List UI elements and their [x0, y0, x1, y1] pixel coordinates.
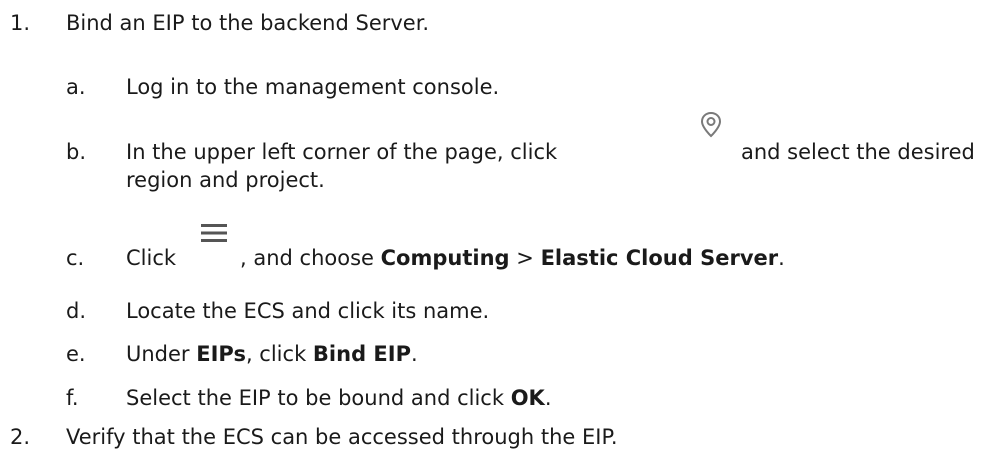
substep-text: Log in to the management console. [126, 75, 500, 99]
menu-path-separator: > [516, 246, 534, 270]
menu-path-ecs: Elastic Cloud Server [540, 246, 779, 270]
substep-letter: e. [66, 342, 86, 366]
location-pin-icon [697, 110, 725, 140]
substep-text: Select the EIP to be bound and click OK. [126, 385, 552, 411]
substep-letter: d. [66, 299, 87, 323]
menu-path-computing: Computing [380, 246, 510, 270]
substep-text-part: Under [126, 342, 190, 366]
menu-icon [200, 222, 228, 244]
substep-text: , and choose Computing > Elastic Cloud S… [240, 245, 785, 271]
substep-text: In the upper left corner of the page, cl… [126, 139, 557, 165]
substep-text: Locate the ECS and click its name. [126, 299, 490, 323]
step-text: Bind an EIP to the backend Server. [66, 11, 430, 35]
substep-text-end: . [778, 246, 785, 270]
step-text: Verify that the ECS can be accessed thro… [66, 425, 618, 449]
substep-text: and select the desired [741, 139, 975, 165]
substep-letter: f. [66, 386, 79, 410]
substep-text-part: , and choose [240, 246, 374, 270]
substep-text: region and project. [126, 168, 325, 192]
substep-text-end: . [544, 386, 552, 410]
substep-text: Under EIPs, click Bind EIP. [126, 341, 418, 367]
substep-text-part: , click [245, 342, 307, 366]
bind-eip-label: Bind EIP [312, 342, 411, 366]
tab-eips: EIPs [196, 342, 246, 366]
substep-text-part: Select the EIP to be bound and click [126, 386, 504, 410]
substep-letter: a. [66, 75, 86, 99]
substep-text-part: Click [126, 246, 177, 270]
substep-letter: b. [66, 140, 87, 164]
substep-text-part: and select the desired [741, 140, 975, 164]
substep-letter: c. [66, 246, 85, 270]
step-number: 1. [10, 11, 31, 35]
substep-text-end: . [410, 342, 418, 366]
ok-label: OK [510, 386, 545, 410]
substep-text-part: In the upper left corner of the page, cl… [126, 140, 558, 164]
step-number: 2. [10, 425, 31, 449]
